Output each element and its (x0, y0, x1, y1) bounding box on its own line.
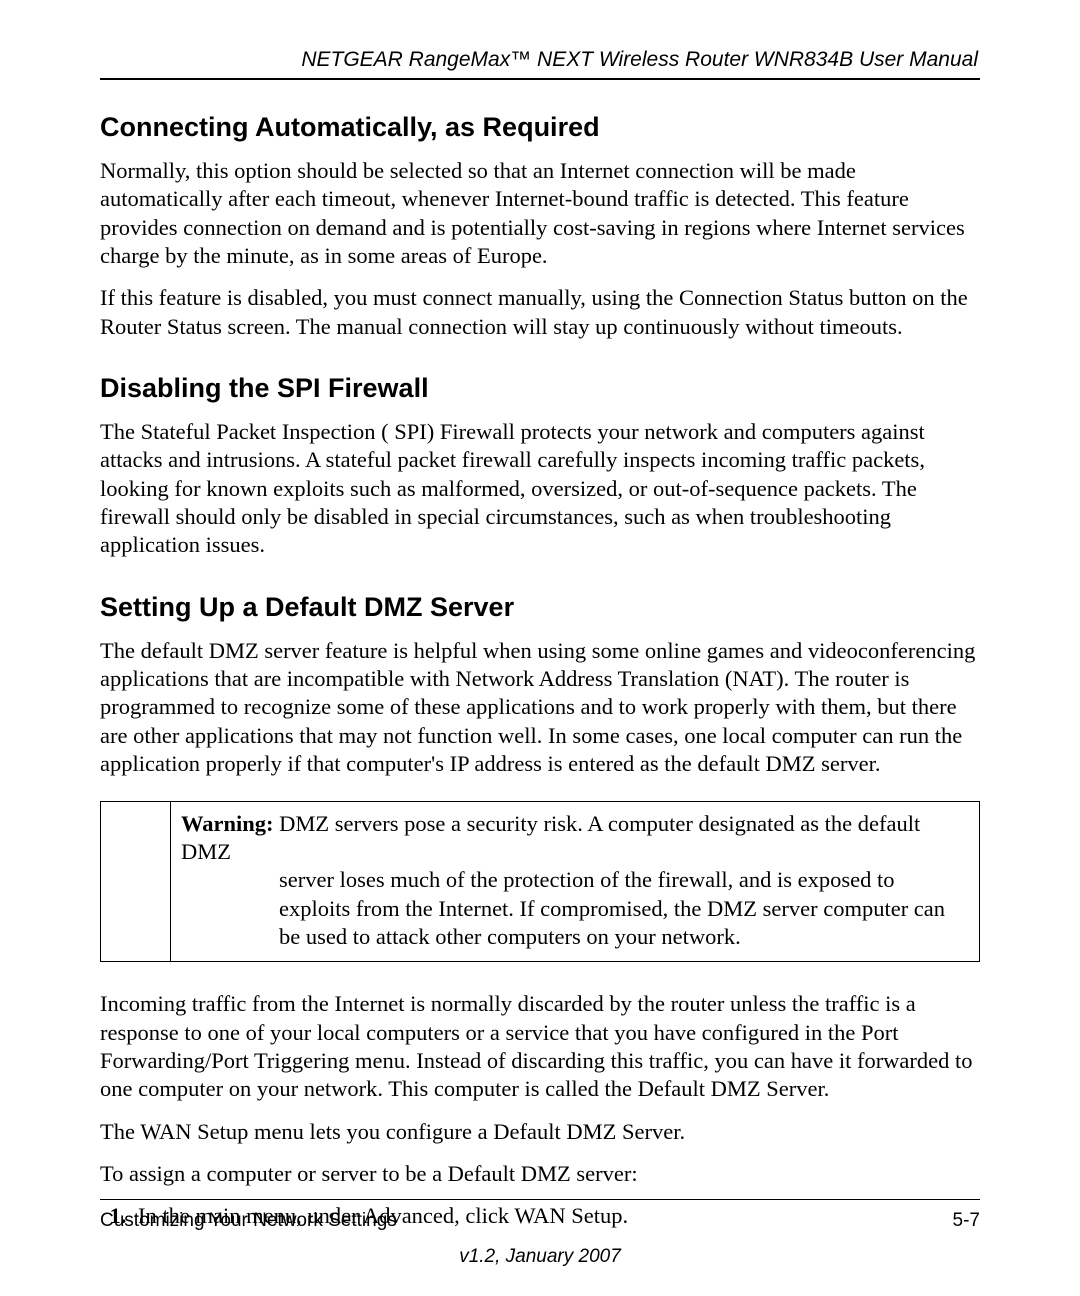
body-paragraph: Incoming traffic from the Internet is no… (100, 990, 980, 1103)
warning-icon-cell (101, 802, 171, 962)
body-paragraph: To assign a computer or server to be a D… (100, 1160, 980, 1188)
section-heading-spi-firewall: Disabling the SPI Firewall (100, 373, 980, 404)
warning-box: Warning: DMZ servers pose a security ris… (100, 801, 980, 963)
body-paragraph: If this feature is disabled, you must co… (100, 284, 980, 341)
header-rule (100, 78, 980, 80)
body-paragraph: The Stateful Packet Inspection ( SPI) Fi… (100, 418, 980, 560)
body-paragraph: The WAN Setup menu lets you configure a … (100, 1118, 980, 1146)
warning-label: Warning: (181, 811, 274, 836)
section-heading-dmz: Setting Up a Default DMZ Server (100, 592, 980, 623)
body-paragraph: The default DMZ server feature is helpfu… (100, 637, 980, 779)
footer-version: v1.2, January 2007 (0, 1246, 1080, 1268)
document-page: NETGEAR RangeMax™ NEXT Wireless Router W… (0, 0, 1080, 1296)
footer-rule (100, 1199, 980, 1200)
section-heading-connecting: Connecting Automatically, as Required (100, 112, 980, 143)
warning-text: Warning: DMZ servers pose a security ris… (171, 802, 979, 962)
warning-first-line: DMZ servers pose a security risk. A comp… (181, 811, 920, 864)
page-footer: Customizing Your Network Settings 5-7 (100, 1199, 980, 1232)
footer-left: Customizing Your Network Settings (100, 1210, 397, 1232)
footer-page-number: 5-7 (953, 1210, 980, 1232)
warning-continuation: server loses much of the protection of t… (181, 866, 969, 951)
running-header: NETGEAR RangeMax™ NEXT Wireless Router W… (100, 48, 980, 72)
body-paragraph: Normally, this option should be selected… (100, 157, 980, 270)
